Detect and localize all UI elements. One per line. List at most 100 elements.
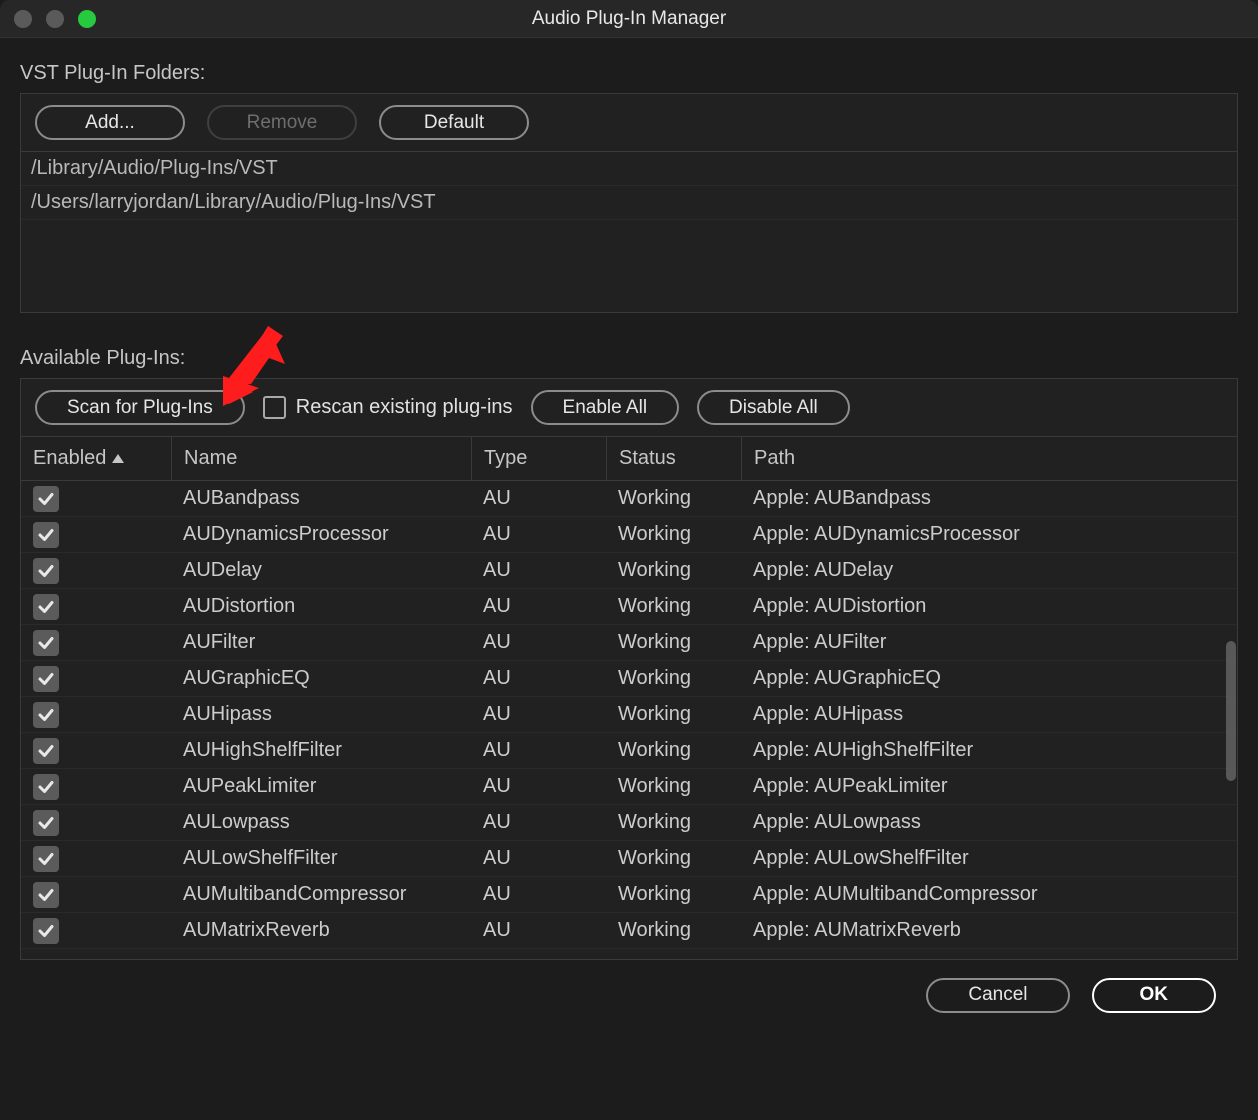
cell-status: Working bbox=[606, 703, 741, 726]
table-row[interactable]: AUMultibandCompressorAUWorkingApple: AUM… bbox=[21, 877, 1237, 913]
row-enabled-checkbox[interactable] bbox=[33, 594, 59, 620]
folders-toolbar: Add... Remove Default bbox=[21, 94, 1237, 152]
cell-status: Working bbox=[606, 667, 741, 690]
row-enabled-checkbox[interactable] bbox=[33, 810, 59, 836]
row-enabled-checkbox[interactable] bbox=[33, 774, 59, 800]
table-row[interactable]: AUDelayAUWorkingApple: AUDelay bbox=[21, 553, 1237, 589]
cell-name: AUDelay bbox=[171, 559, 471, 582]
available-plugins-label: Available Plug-Ins: bbox=[20, 347, 1238, 370]
scrollbar-thumb[interactable] bbox=[1226, 641, 1236, 781]
cell-status: Working bbox=[606, 487, 741, 510]
plugins-table-body[interactable]: AUBandpassAUWorkingApple: AUBandpassAUDy… bbox=[21, 481, 1237, 959]
checkmark-icon bbox=[37, 886, 55, 904]
cell-status: Working bbox=[606, 523, 741, 546]
table-row[interactable]: AULowShelfFilterAUWorkingApple: AULowShe… bbox=[21, 841, 1237, 877]
table-row[interactable]: AUBandpassAUWorkingApple: AUBandpass bbox=[21, 481, 1237, 517]
table-row[interactable]: AUHighShelfFilterAUWorkingApple: AUHighS… bbox=[21, 733, 1237, 769]
cell-name: AUGraphicEQ bbox=[171, 667, 471, 690]
cell-status: Working bbox=[606, 811, 741, 834]
scrollbar-track[interactable] bbox=[1225, 641, 1237, 955]
cell-type: AU bbox=[471, 775, 606, 798]
rescan-existing-group[interactable]: Rescan existing plug-ins bbox=[263, 396, 513, 419]
checkmark-icon bbox=[37, 598, 55, 616]
cancel-button[interactable]: Cancel bbox=[926, 978, 1069, 1013]
cell-name: AUMultibandCompressor bbox=[171, 883, 471, 906]
cell-name: AUDistortion bbox=[171, 595, 471, 618]
cell-name: AULowpass bbox=[171, 811, 471, 834]
cell-name: AUBandpass bbox=[171, 487, 471, 510]
cell-name: AULowShelfFilter bbox=[171, 847, 471, 870]
col-path[interactable]: Path bbox=[741, 437, 1217, 480]
table-row[interactable]: AUMatrixReverbAUWorkingApple: AUMatrixRe… bbox=[21, 913, 1237, 949]
cell-type: AU bbox=[471, 883, 606, 906]
add-folder-button[interactable]: Add... bbox=[35, 105, 185, 140]
cell-status: Working bbox=[606, 739, 741, 762]
table-row[interactable]: AUDistortionAUWorkingApple: AUDistortion bbox=[21, 589, 1237, 625]
default-folder-button[interactable]: Default bbox=[379, 105, 529, 140]
minimize-window-button[interactable] bbox=[46, 10, 64, 28]
cell-status: Working bbox=[606, 559, 741, 582]
checkmark-icon bbox=[37, 922, 55, 940]
cell-type: AU bbox=[471, 919, 606, 942]
table-row[interactable]: AUGraphicEQAUWorkingApple: AUGraphicEQ bbox=[21, 661, 1237, 697]
remove-folder-button: Remove bbox=[207, 105, 357, 140]
window-title: Audio Plug-In Manager bbox=[532, 8, 726, 30]
row-enabled-checkbox[interactable] bbox=[33, 630, 59, 656]
checkmark-icon bbox=[37, 526, 55, 544]
row-enabled-checkbox[interactable] bbox=[33, 882, 59, 908]
row-enabled-checkbox[interactable] bbox=[33, 738, 59, 764]
cell-type: AU bbox=[471, 811, 606, 834]
row-enabled-checkbox[interactable] bbox=[33, 846, 59, 872]
cell-type: AU bbox=[471, 739, 606, 762]
folder-path-item[interactable]: /Library/Audio/Plug-Ins/VST bbox=[21, 152, 1237, 186]
ok-button[interactable]: OK bbox=[1092, 978, 1217, 1013]
cell-path: Apple: AUHipass bbox=[741, 703, 1217, 726]
col-enabled[interactable]: Enabled bbox=[21, 447, 171, 470]
dialog-footer: Cancel OK bbox=[20, 960, 1238, 1030]
folder-path-item[interactable]: /Users/larryjordan/Library/Audio/Plug-In… bbox=[21, 186, 1237, 220]
cell-path: Apple: AUDistortion bbox=[741, 595, 1217, 618]
row-enabled-checkbox[interactable] bbox=[33, 918, 59, 944]
folders-list[interactable]: /Library/Audio/Plug-Ins/VST/Users/larryj… bbox=[21, 152, 1237, 312]
checkmark-icon bbox=[37, 562, 55, 580]
enable-all-button[interactable]: Enable All bbox=[531, 390, 680, 425]
sort-asc-icon bbox=[112, 454, 124, 463]
plugins-panel: Scan for Plug-Ins Rescan existing plug-i… bbox=[20, 378, 1238, 960]
row-enabled-checkbox[interactable] bbox=[33, 486, 59, 512]
cell-status: Working bbox=[606, 631, 741, 654]
cell-type: AU bbox=[471, 559, 606, 582]
table-row[interactable]: AUHipassAUWorkingApple: AUHipass bbox=[21, 697, 1237, 733]
disable-all-button[interactable]: Disable All bbox=[697, 390, 850, 425]
cell-path: Apple: AULowShelfFilter bbox=[741, 847, 1217, 870]
cell-status: Working bbox=[606, 847, 741, 870]
checkmark-icon bbox=[37, 742, 55, 760]
col-type[interactable]: Type bbox=[471, 437, 606, 480]
cell-name: AUMatrixReverb bbox=[171, 919, 471, 942]
close-window-button[interactable] bbox=[14, 10, 32, 28]
zoom-window-button[interactable] bbox=[78, 10, 96, 28]
table-row[interactable]: AUPeakLimiterAUWorkingApple: AUPeakLimit… bbox=[21, 769, 1237, 805]
cell-path: Apple: AUHighShelfFilter bbox=[741, 739, 1217, 762]
cell-path: Apple: AULowpass bbox=[741, 811, 1217, 834]
row-enabled-checkbox[interactable] bbox=[33, 702, 59, 728]
checkmark-icon bbox=[37, 850, 55, 868]
checkmark-icon bbox=[37, 778, 55, 796]
cell-path: Apple: AUFilter bbox=[741, 631, 1217, 654]
cell-path: Apple: AUMultibandCompressor bbox=[741, 883, 1217, 906]
row-enabled-checkbox[interactable] bbox=[33, 558, 59, 584]
checkmark-icon bbox=[37, 814, 55, 832]
row-enabled-checkbox[interactable] bbox=[33, 666, 59, 692]
table-row[interactable]: AUDynamicsProcessorAUWorkingApple: AUDyn… bbox=[21, 517, 1237, 553]
scan-plugins-button[interactable]: Scan for Plug-Ins bbox=[35, 390, 245, 425]
table-row[interactable]: AUFilterAUWorkingApple: AUFilter bbox=[21, 625, 1237, 661]
rescan-checkbox[interactable] bbox=[263, 396, 286, 419]
col-name[interactable]: Name bbox=[171, 437, 471, 480]
titlebar: Audio Plug-In Manager bbox=[0, 0, 1258, 38]
cell-status: Working bbox=[606, 919, 741, 942]
col-status[interactable]: Status bbox=[606, 437, 741, 480]
table-row[interactable]: AULowpassAUWorkingApple: AULowpass bbox=[21, 805, 1237, 841]
rescan-checkbox-label: Rescan existing plug-ins bbox=[296, 396, 513, 419]
cell-path: Apple: AUPeakLimiter bbox=[741, 775, 1217, 798]
row-enabled-checkbox[interactable] bbox=[33, 522, 59, 548]
cell-status: Working bbox=[606, 775, 741, 798]
